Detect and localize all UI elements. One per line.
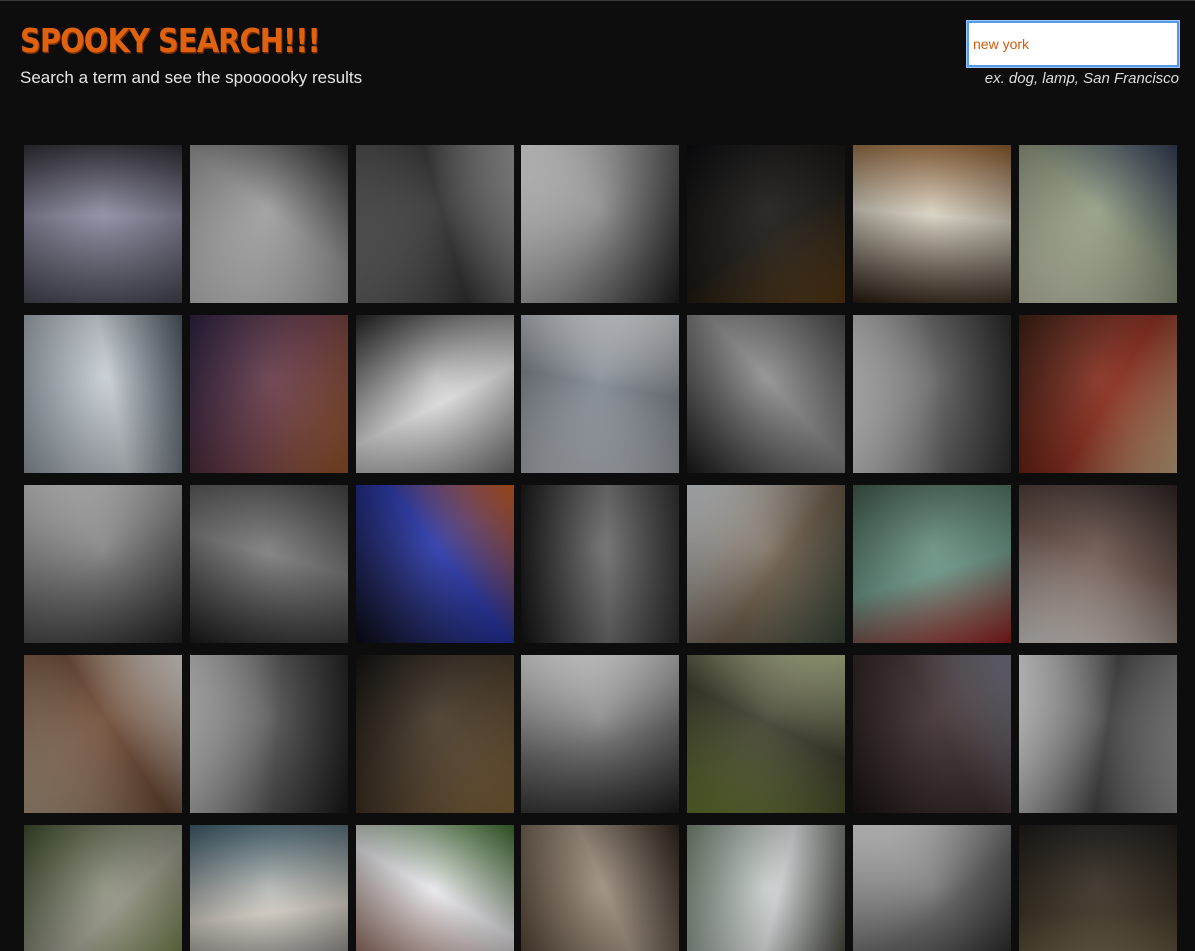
result-image-decayed-interior-windows[interactable] [521,825,680,951]
result-image-shade [521,825,680,951]
result-image-fog-towers[interactable] [24,315,182,473]
result-image-shade [355,485,514,643]
result-image-shade [24,315,182,473]
result-image-shade [687,485,846,643]
result-image-masked-figure-doorway[interactable] [852,145,1011,303]
result-image-shade [189,825,348,951]
result-image-shade [189,315,348,473]
search-input[interactable] [966,20,1180,68]
result-image-shade [1018,655,1177,813]
result-image-shade [687,825,846,951]
result-image-foggy-skyline-rocks[interactable] [189,145,348,303]
result-image-shade [1018,315,1177,473]
result-image-shade [852,315,1011,473]
result-image-rabbit-mask-beach[interactable] [24,485,182,643]
result-image-ski-shoppe-building[interactable] [355,825,514,951]
result-image-shade [852,145,1011,303]
result-image-shade [687,145,846,303]
page-title: SPOOKY SEARCH!!! [20,22,321,61]
result-image-shade [355,655,514,813]
result-image-night-street-buildings[interactable] [355,655,514,813]
result-image-shade [189,655,348,813]
result-image-clown-face-portrait[interactable] [355,315,514,473]
result-image-shade [852,485,1011,643]
results-grid [24,145,1177,951]
result-image-city-buildings-day[interactable] [189,825,348,951]
result-image-abandoned-mansion-snow[interactable] [24,655,182,813]
result-image-storefront-bw[interactable] [852,825,1011,951]
result-image-shade [687,315,846,473]
page-subtitle: Search a term and see the spoooooky resu… [20,68,363,87]
result-image-shade [189,145,348,303]
result-image-shade [521,145,680,303]
result-image-snowy-graveyard[interactable] [687,485,846,643]
result-image-glowing-skeleton-costume[interactable] [355,485,514,643]
result-image-twisted-trees[interactable] [687,655,846,813]
result-image-shade [24,655,182,813]
result-image-shade [1018,485,1177,643]
result-image-shade [521,315,680,473]
result-image-street-crowd-bw[interactable] [521,655,680,813]
result-image-bridge-reclining-woman[interactable] [1018,485,1177,643]
result-image-skeleton-wall[interactable] [687,315,846,473]
result-image-shade [1018,825,1177,951]
result-image-shade [521,485,680,643]
result-image-green-door-couple[interactable] [852,485,1011,643]
result-image-utica-club-billboard[interactable] [852,315,1011,473]
result-image-misty-cemetery-trees[interactable] [24,145,182,303]
result-image-shade [355,145,514,303]
result-image-empty-room-chandelier[interactable] [1018,145,1177,303]
result-image-brick-facade-window[interactable] [355,145,514,303]
result-image-lonely-house-field[interactable] [687,825,846,951]
result-image-shade [687,655,846,813]
result-image-bride-groom-graves[interactable] [852,655,1011,813]
result-image-dark-mansion-clouds[interactable] [189,485,348,643]
result-image-shade [24,825,182,951]
result-image-shade [189,485,348,643]
page-header: SPOOKY SEARCH!!! Search a term and see t… [0,0,1195,130]
result-image-shade [852,825,1011,951]
result-image-chrysler-in-fog[interactable] [521,315,680,473]
result-image-pumpkin-balloon[interactable] [1018,655,1177,813]
result-image-shade [852,655,1011,813]
result-image-shade [1018,145,1177,303]
result-image-ruined-building-bw[interactable] [189,655,348,813]
result-image-tudor-storefront[interactable] [1018,315,1177,473]
result-image-shade [24,485,182,643]
result-image-snowy-road-night[interactable] [521,485,680,643]
result-image-shade [24,145,182,303]
result-image-shade [355,825,514,951]
result-image-night-house-lit-windows[interactable] [687,145,846,303]
result-image-shade [355,315,514,473]
result-image-dark-tower-night[interactable] [1018,825,1177,951]
result-image-overgrown-house[interactable] [24,825,182,951]
result-image-shade [521,655,680,813]
search-hint: ex. dog, lamp, San Francisco [984,70,1179,87]
result-image-brooklyn-bridge-moon[interactable] [189,315,348,473]
result-image-vintage-couple-photo[interactable] [521,145,680,303]
